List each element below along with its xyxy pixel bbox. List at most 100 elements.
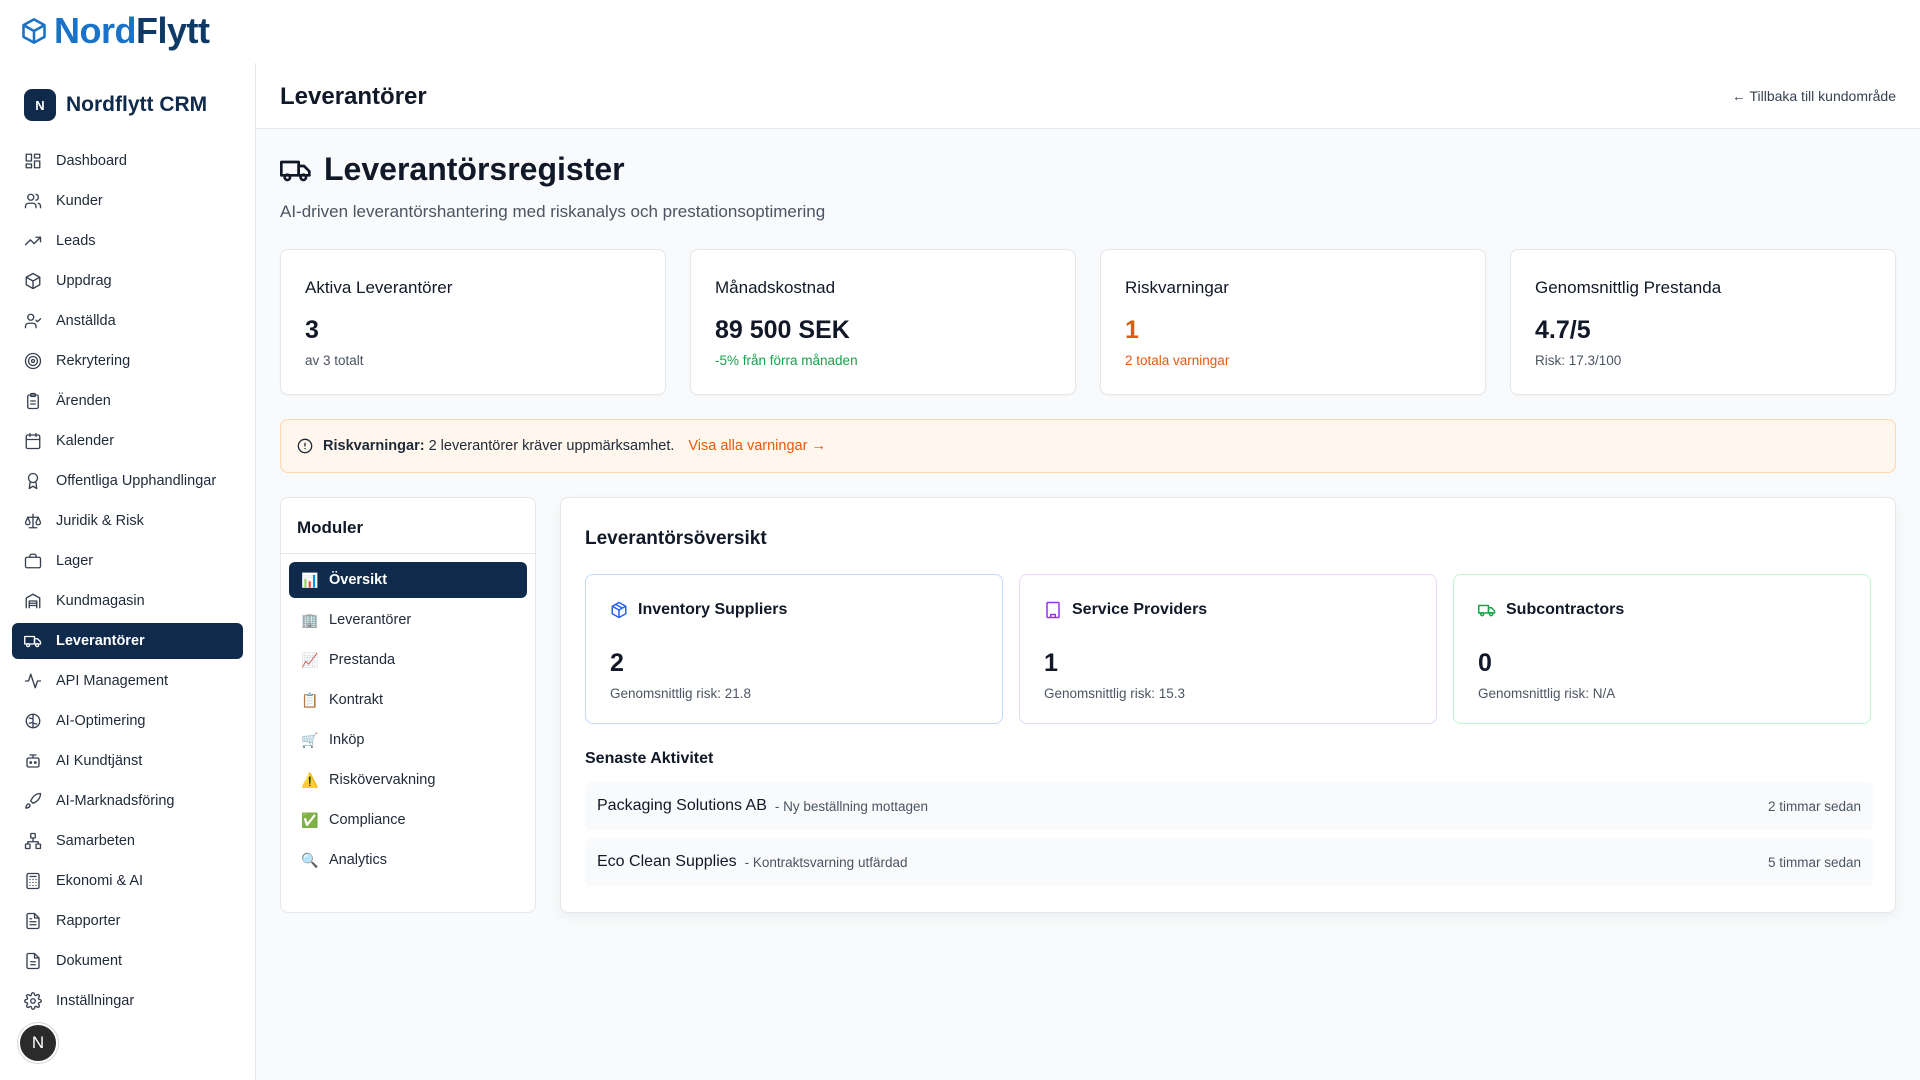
- brain-icon: [25, 713, 41, 729]
- stat-card-active-suppliers: Aktiva Leverantörer 3 av 3 totalt: [280, 249, 666, 395]
- stat-label: Genomsnittlig Prestanda: [1535, 278, 1722, 297]
- brand-badge: N: [24, 89, 56, 121]
- sidebar-item-anstallda[interactable]: Anställda: [12, 303, 243, 339]
- category-card-subcontractors[interactable]: Subcontractors 0 Genomsnittlig risk: N/A: [1453, 574, 1871, 724]
- sidebar-item-rekrytering[interactable]: Rekrytering: [12, 343, 243, 379]
- category-name: Subcontractors: [1506, 601, 1625, 618]
- stat-note: 2 totala varningar: [1125, 353, 1230, 368]
- sidebar-item-api-management[interactable]: API Management: [12, 663, 243, 699]
- package-icon: [25, 272, 41, 290]
- module-label: Översikt: [329, 572, 388, 588]
- sidebar-item-arenden[interactable]: Ärenden: [12, 383, 243, 419]
- alert-text: 2 leverantörer kräver uppmärksamhet.: [428, 438, 675, 454]
- module-label: Kontrakt: [329, 692, 383, 708]
- logo-text-part1: Nord: [54, 10, 137, 51]
- module-emoji-icon: ✅: [301, 811, 319, 828]
- stat-value: 1: [1125, 316, 1139, 344]
- activity-item[interactable]: Packaging Solutions AB - Ny beställning …: [585, 782, 1873, 830]
- sidebar-item-label: Ekonomi & AI: [56, 873, 144, 889]
- category-name: Service Providers: [1072, 601, 1208, 618]
- sidebar-item-dashboard[interactable]: Dashboard: [12, 143, 243, 179]
- page-header: Leverantörer ← Tillbaka till kundområde: [256, 63, 1920, 129]
- sidebar-item-label: Dokument: [56, 953, 123, 969]
- stat-note: Risk: 17.3/100: [1535, 353, 1622, 368]
- sidebar-item-label: AI-Marknadsföring: [56, 793, 175, 809]
- sidebar-item-label: Kunder: [56, 193, 103, 209]
- sidebar-item-kalender[interactable]: Kalender: [12, 423, 243, 459]
- sidebar-item-ai-marknadsforing[interactable]: AI-Marknadsföring: [12, 783, 243, 819]
- sidebar-item-uppdrag[interactable]: Uppdrag: [12, 263, 243, 299]
- stat-card-monthly-cost: Månadskostnad 89 500 SEK -5% från förra …: [690, 249, 1076, 395]
- module-item-inkop[interactable]: 🛒 Inköp: [289, 722, 527, 758]
- sidebar-item-label: Kalender: [56, 433, 115, 449]
- sidebar-item-ekonomi-ai[interactable]: Ekonomi & AI: [12, 863, 243, 899]
- module-label: Inköp: [329, 732, 365, 748]
- document-icon: [26, 952, 40, 970]
- sidebar-item-lager[interactable]: Lager: [12, 543, 243, 579]
- module-item-kontrakt[interactable]: 📋 Kontrakt: [289, 682, 527, 718]
- category-risk: Genomsnittlig risk: 15.3: [1044, 686, 1186, 701]
- stat-note: av 3 totalt: [305, 353, 364, 368]
- page-title: Leverantörer: [280, 83, 427, 110]
- category-card-inventory-suppliers[interactable]: Inventory Suppliers 2 Genomsnittlig risk…: [585, 574, 1003, 724]
- stat-label: Aktiva Leverantörer: [305, 278, 453, 297]
- stat-value: 4.7/5: [1535, 316, 1591, 344]
- sidebar-item-juridik-risk[interactable]: Juridik & Risk: [12, 503, 243, 539]
- module-emoji-icon: 🔍: [301, 851, 319, 868]
- sidebar: N Nordflytt CRM Dashboard Kunder Leads Uppd…: [0, 63, 256, 1080]
- sidebar-item-label: Uppdrag: [56, 273, 112, 289]
- sidebar-item-samarbeten[interactable]: Samarbeten: [12, 823, 243, 859]
- sidebar-item-ai-optimering[interactable]: AI-Optimering: [12, 703, 243, 739]
- user-check-icon: [24, 313, 42, 329]
- sidebar-item-label: AI-Optimering: [56, 713, 146, 729]
- activity-icon: [24, 673, 42, 689]
- truck-icon: [24, 635, 42, 648]
- sidebar-item-kunder[interactable]: Kunder: [12, 183, 243, 219]
- module-emoji-icon: 📊: [301, 571, 319, 588]
- back-to-customer-area-link[interactable]: ← Tillbaka till kundområde: [1732, 88, 1896, 104]
- sidebar-item-label: Kundmagasin: [56, 593, 145, 609]
- supplier-categories: Inventory Suppliers 2 Genomsnittlig risk…: [585, 574, 1871, 724]
- overview-title: Leverantörsöversikt: [585, 528, 767, 549]
- calendar-icon: [25, 432, 41, 450]
- sidebar-brand[interactable]: N Nordflytt CRM: [24, 89, 207, 121]
- sidebar-item-kundmagasin[interactable]: Kundmagasin: [12, 583, 243, 619]
- brand-name: Nordflytt CRM: [66, 93, 208, 116]
- activity-supplier-name: Packaging Solutions AB: [597, 797, 767, 814]
- activity-item[interactable]: Eco Clean Supplies - Kontraktsvarning ut…: [585, 838, 1873, 886]
- sidebar-item-leverantorer[interactable]: Leverantörer: [12, 623, 243, 659]
- module-item-oversikt[interactable]: 📊 Översikt: [289, 562, 527, 598]
- module-item-leverantorer[interactable]: 🏢 Leverantörer: [289, 602, 527, 638]
- module-emoji-icon: 🛒: [301, 731, 319, 748]
- sidebar-item-rapporter[interactable]: Rapporter: [12, 903, 243, 939]
- category-card-service-providers[interactable]: Service Providers 1 Genomsnittlig risk: …: [1019, 574, 1437, 724]
- sidebar-item-installningar[interactable]: Inställningar: [12, 983, 243, 1019]
- module-label: Analytics: [329, 852, 388, 868]
- sidebar-item-label: Leads: [56, 233, 96, 249]
- award-icon: [27, 472, 39, 490]
- sidebar-item-label: Offentliga Upphandlingar: [56, 473, 217, 489]
- sidebar-item-leads[interactable]: Leads: [12, 223, 243, 259]
- category-count: 0: [1478, 649, 1492, 677]
- module-item-prestanda[interactable]: 📈 Prestanda: [289, 642, 527, 678]
- module-item-analytics[interactable]: 🔍 Analytics: [289, 842, 527, 878]
- target-icon: [24, 352, 42, 370]
- nordflytt-logo[interactable]: NordFlytt: [20, 10, 210, 52]
- hero-subtitle: AI-driven leverantörshantering med riska…: [280, 202, 826, 221]
- category-count: 1: [1044, 649, 1058, 677]
- modules-panel: Moduler 📊 Översikt 🏢 Leverantörer 📈 Prestanda…: [280, 497, 536, 913]
- stat-card-average-performance: Genomsnittlig Prestanda 4.7/5 Risk: 17.3…: [1510, 249, 1896, 395]
- sidebar-item-ai-kundtjanst[interactable]: AI Kundtjänst: [12, 743, 243, 779]
- sidebar-item-offentliga-upphandlingar[interactable]: Offentliga Upphandlingar: [12, 463, 243, 499]
- view-all-warnings-link[interactable]: Visa alla varningar →: [688, 438, 826, 454]
- sidebar-item-dokument[interactable]: Dokument: [12, 943, 243, 979]
- module-emoji-icon: ⚠️: [301, 771, 319, 788]
- module-item-compliance[interactable]: ✅ Compliance: [289, 802, 527, 838]
- user-avatar[interactable]: N: [18, 1023, 58, 1063]
- scale-icon: [24, 513, 42, 529]
- sidebar-item-label: Samarbeten: [56, 833, 135, 849]
- users-icon: [24, 193, 42, 209]
- sidebar-item-label: Anställda: [56, 313, 116, 329]
- stat-note: -5% från förra månaden: [715, 353, 858, 368]
- module-item-riskovervakning[interactable]: ⚠️ Riskövervakning: [289, 762, 527, 798]
